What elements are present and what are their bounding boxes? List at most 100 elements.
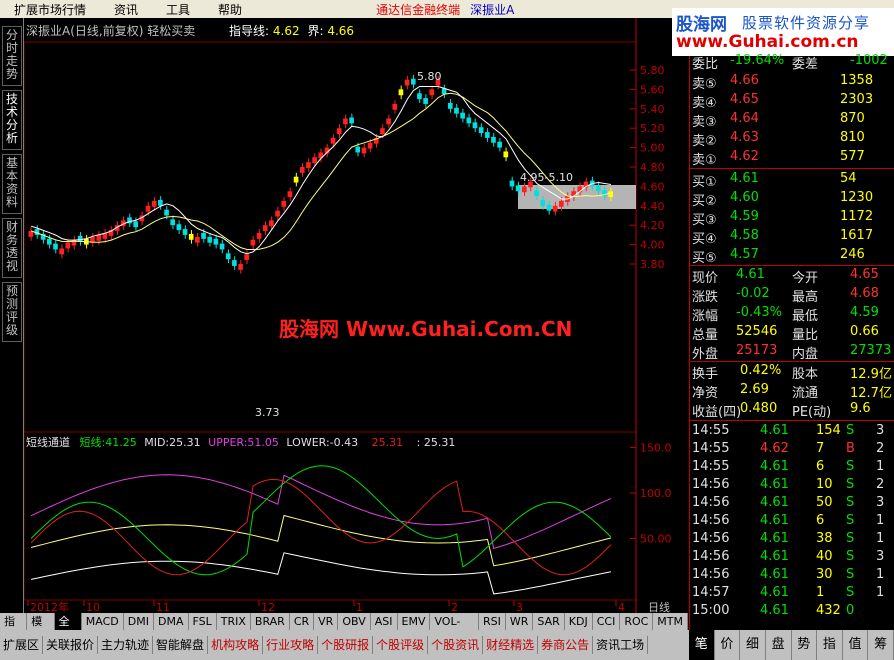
stat-label-2: 今开 bbox=[792, 271, 819, 286]
kline-svg[interactable]: 5.80 5.60 5.40 5.20 5.00 4.80 4.60 4.40 4.20 4.00… bbox=[24, 18, 688, 613]
indicator-tab-vr[interactable]: VR bbox=[314, 613, 339, 630]
stat-row: 总量 52546 量比 0.66 bbox=[690, 323, 894, 343]
candle-body bbox=[330, 137, 336, 144]
divider bbox=[690, 168, 894, 169]
quote-tab-1[interactable]: 价 bbox=[715, 630, 741, 660]
quote-tab-0[interactable]: 笔 bbox=[689, 630, 715, 660]
bottom-tab-9[interactable]: 财经精选 bbox=[483, 636, 539, 654]
indicator-tab-cr[interactable]: CR bbox=[290, 613, 315, 630]
sell-label: 卖③ bbox=[692, 115, 717, 130]
indicator-tab-kdj[interactable]: KDJ bbox=[565, 613, 593, 630]
candle-body bbox=[133, 221, 139, 228]
chart-area[interactable]: 5.80 5.60 5.40 5.20 5.00 4.80 4.60 4.40 4.20 4.00… bbox=[24, 18, 688, 613]
tick-vol: 30 bbox=[816, 567, 833, 582]
indicator-tab-fsl[interactable]: FSL bbox=[189, 613, 217, 630]
indicator-tab-rsi[interactable]: RSI bbox=[479, 613, 506, 630]
candle-body bbox=[552, 205, 558, 212]
stat-label-2: 量比 bbox=[792, 328, 819, 343]
buy-row: 买③ 4.59 1172 bbox=[690, 208, 894, 228]
app-title: 通达信金融终端 bbox=[376, 2, 461, 17]
indicator-tab-sar[interactable]: SAR bbox=[533, 613, 565, 630]
fund-row: 收益(四) 0.480 PE(动) 9.6 bbox=[690, 400, 894, 420]
candle-body bbox=[608, 191, 613, 198]
indicator-tab-模板[interactable]: 模板 bbox=[27, 613, 55, 645]
indicator-tab-mtm[interactable]: MTM bbox=[653, 613, 688, 630]
bottom-tab-3[interactable]: 智能解盘 bbox=[153, 636, 209, 654]
quote-tab-3[interactable]: 盘 bbox=[766, 630, 792, 660]
indicator-tab-vol-tdx[interactable]: VOL-TDX bbox=[430, 613, 479, 645]
stat-value: 4.61 bbox=[736, 267, 765, 282]
price-tick-label: 4.80 bbox=[640, 161, 665, 174]
quote-tab-2[interactable]: 细 bbox=[740, 630, 766, 660]
sell-vol: 810 bbox=[840, 130, 865, 145]
menu-help[interactable]: 帮助 bbox=[218, 1, 242, 18]
bottom-tab-1[interactable]: 关联报价 bbox=[43, 636, 99, 654]
tab-rating[interactable]: 预测评级 bbox=[2, 282, 22, 342]
indicator-tab-macd[interactable]: MACD bbox=[82, 613, 124, 630]
quote-tab-4[interactable]: 势 bbox=[792, 630, 818, 660]
bottom-tab-7[interactable]: 个股评级 bbox=[373, 636, 429, 654]
indicator-tab-dmi[interactable]: DMI bbox=[124, 613, 154, 630]
menu-tools[interactable]: 工具 bbox=[166, 1, 190, 18]
buy-vol: 246 bbox=[840, 247, 865, 262]
tick-row: 14:56 4.61 40 S 3 bbox=[690, 548, 894, 567]
bottom-tab-10[interactable]: 券商公告 bbox=[538, 636, 594, 654]
candle-body bbox=[219, 243, 225, 250]
buy-price: 4.60 bbox=[730, 190, 759, 205]
buy-row: 买⑤ 4.57 246 bbox=[690, 246, 894, 266]
menu-info[interactable]: 资讯 bbox=[114, 1, 138, 18]
tick-row: 14:56 4.61 30 S 1 bbox=[690, 566, 894, 585]
candle-body bbox=[312, 157, 317, 164]
indicator-tab-obv[interactable]: OBV bbox=[338, 613, 371, 630]
indicator-tab-trix[interactable]: TRIX bbox=[217, 613, 251, 630]
logo-tagline: 股票软件资源分享 bbox=[742, 14, 871, 32]
indicator-tab-dma[interactable]: DMA bbox=[154, 613, 189, 630]
indicator-tab-asi[interactable]: ASI bbox=[371, 613, 398, 630]
indicator-tab-brar[interactable]: BRAR bbox=[251, 613, 290, 630]
bottom-tab-4[interactable]: 机构攻略 bbox=[208, 636, 264, 654]
stat-value-2: 0.66 bbox=[850, 324, 879, 339]
candle-body bbox=[176, 224, 182, 231]
tab-intraday[interactable]: 分时走势 bbox=[2, 26, 22, 86]
tick-side: S bbox=[846, 477, 855, 492]
tick-vol: 432 bbox=[816, 603, 841, 618]
tick-row: 14:56 4.61 10 S 2 bbox=[690, 476, 894, 495]
candle-body bbox=[281, 200, 287, 207]
tab-technical[interactable]: 技术分析 bbox=[2, 90, 22, 150]
stat-row: 涨幅 -0.43% 最低 4.59 bbox=[690, 304, 894, 324]
indicator-tab-roc[interactable]: ROC bbox=[620, 613, 654, 630]
indicator-tab-bar: 指标模板全部MACDDMIDMAFSLTRIXBRARCRVROBVASIEMV… bbox=[0, 613, 688, 645]
sell-price: 4.62 bbox=[730, 149, 759, 164]
tab-finance[interactable]: 财务透视 bbox=[2, 218, 22, 278]
sell-vol: 2303 bbox=[840, 92, 874, 107]
indicator-tab-cci[interactable]: CCI bbox=[593, 613, 621, 630]
stock-title: 深振业A bbox=[470, 2, 515, 17]
quote-tab-7[interactable]: 筹 bbox=[868, 630, 894, 660]
extra-value-1: 25.31 bbox=[371, 436, 404, 449]
indicator-tab-emv[interactable]: EMV bbox=[398, 613, 431, 630]
indicator-tab-指标[interactable]: 指标 bbox=[0, 613, 28, 645]
bottom-tab-11[interactable]: 资讯工场 bbox=[593, 636, 649, 654]
candle-body bbox=[77, 235, 83, 242]
candle-body bbox=[380, 128, 385, 135]
price-tick-label: 5.80 bbox=[640, 64, 665, 77]
tick-vol: 1 bbox=[816, 585, 825, 600]
bottom-tab-6[interactable]: 个股研报 bbox=[318, 636, 374, 654]
bottom-tab-8[interactable]: 个股资讯 bbox=[428, 636, 484, 654]
site-logo: 股海网 股票软件资源分享 www.Guhai.com.cn bbox=[672, 8, 894, 56]
bottom-tab-5[interactable]: 行业攻略 bbox=[263, 636, 319, 654]
quote-tab-5[interactable]: 指 bbox=[817, 630, 843, 660]
tick-count: 1 bbox=[876, 567, 885, 582]
tick-count: 1 bbox=[876, 459, 885, 474]
tick-vol: 6 bbox=[816, 513, 825, 528]
bottom-tab-0[interactable]: 扩展区 bbox=[0, 636, 44, 654]
indicator-tab-全部[interactable]: 全部 bbox=[54, 613, 82, 645]
menu-extended-market[interactable]: 扩展市场行情 bbox=[14, 1, 86, 18]
candle-body bbox=[595, 185, 601, 192]
tick-side: S bbox=[846, 567, 855, 582]
tab-basic[interactable]: 基本资料 bbox=[2, 154, 22, 214]
indicator-tab-wr[interactable]: WR bbox=[506, 613, 534, 630]
quote-tab-6[interactable]: 值 bbox=[843, 630, 869, 660]
bottom-tab-2[interactable]: 主力轨迹 bbox=[98, 636, 154, 654]
tick-price: 4.61 bbox=[760, 495, 789, 510]
